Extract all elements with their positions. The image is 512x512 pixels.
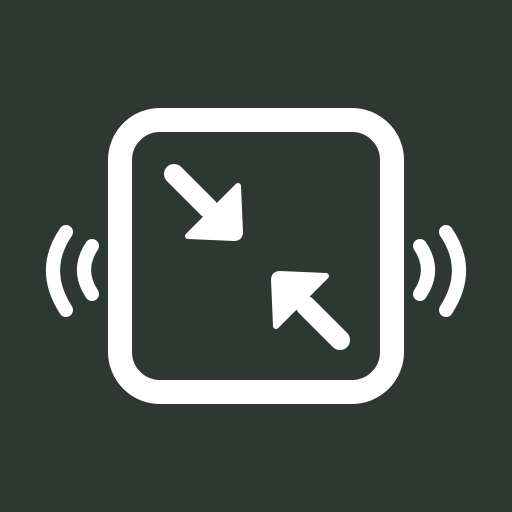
shrink-vibrate-icon (0, 0, 512, 512)
icon-background (0, 0, 512, 512)
app-icon-canvas (0, 0, 512, 512)
